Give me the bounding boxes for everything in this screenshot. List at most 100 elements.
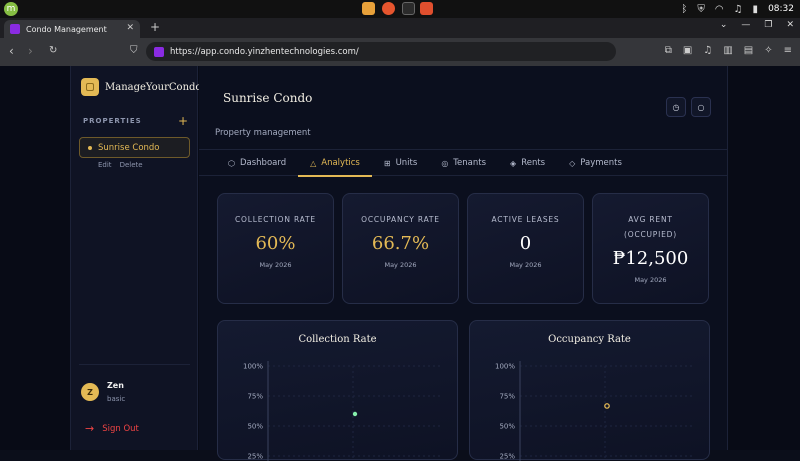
mint-menu-icon[interactable]: m bbox=[4, 2, 18, 16]
y-tick-label: 75% bbox=[247, 393, 263, 401]
battery-icon[interactable]: ▮ bbox=[753, 4, 759, 15]
user-profile: Z Zen basic bbox=[81, 381, 125, 403]
restore-icon[interactable]: ❐ bbox=[764, 20, 772, 30]
data-point[interactable] bbox=[352, 411, 358, 417]
property-actions: Edit Delete bbox=[98, 161, 143, 169]
y-tick-label: 50% bbox=[499, 423, 515, 431]
kpi-date: May 2026 bbox=[384, 261, 417, 269]
brand-logo[interactable]: ManageYourCondo bbox=[81, 78, 201, 96]
chart-plot: 100% 75% 50% 25% bbox=[243, 361, 443, 461]
brave-app-icon[interactable] bbox=[420, 2, 433, 15]
browser-tab[interactable]: Condo Management ✕ bbox=[4, 20, 140, 38]
tab-payments[interactable]: ◇ Payments bbox=[557, 150, 634, 176]
address-bar[interactable]: https://app.condo.yinzhentechnologies.co… bbox=[146, 42, 616, 61]
collection-rate-chart: Collection Rate 100% 75% 50% 25% bbox=[217, 320, 458, 461]
settings-button[interactable]: ○ bbox=[691, 97, 711, 117]
kpi-label: OCCUPANCY RATE bbox=[361, 215, 440, 224]
wallet-icon[interactable]: ▤ bbox=[744, 45, 753, 56]
kpi-card: AVG RENT (OCCUPIED) ₱12,500 May 2026 bbox=[592, 193, 709, 304]
tab-tenants[interactable]: ◎ Tenants bbox=[429, 150, 498, 176]
ai-icon[interactable]: ✧ bbox=[764, 45, 772, 56]
y-tick-label: 25% bbox=[499, 453, 515, 461]
app-root: ManageYourCondo PROPERTIES + Sunrise Con… bbox=[0, 66, 800, 461]
bluetooth-icon[interactable]: ᛒ bbox=[681, 4, 687, 15]
tab-label: Payments bbox=[580, 158, 622, 168]
circle-icon: ○ bbox=[697, 102, 705, 112]
files-app-icon[interactable] bbox=[362, 2, 375, 15]
active-dot-icon bbox=[88, 145, 92, 150]
shield-icon[interactable]: ⛨ bbox=[697, 4, 705, 15]
sign-out-button[interactable]: → Sign Out bbox=[85, 422, 139, 435]
circle-dot-icon: ◎ bbox=[441, 158, 449, 168]
add-property-button[interactable]: + bbox=[178, 114, 188, 128]
kpi-date: May 2026 bbox=[634, 276, 667, 284]
diamond-icon: ◈ bbox=[510, 158, 517, 168]
back-icon[interactable]: ‹ bbox=[9, 44, 14, 58]
sidebar: ManageYourCondo PROPERTIES + Sunrise Con… bbox=[70, 66, 201, 450]
site-favicon-icon bbox=[10, 24, 20, 34]
system-tray: ᛒ ⛨ ◠ ♫ ▮ 08:32 bbox=[681, 0, 794, 18]
kpi-value: ₱12,500 bbox=[612, 248, 689, 269]
site-favicon-icon bbox=[154, 46, 164, 57]
puzzle-icon[interactable]: ⧉ bbox=[665, 45, 672, 56]
tab-analytics[interactable]: △ Analytics bbox=[298, 150, 372, 177]
edit-property-link[interactable]: Edit bbox=[98, 161, 112, 169]
property-label: Sunrise Condo bbox=[98, 142, 160, 153]
kpi-card: COLLECTION RATE 60% May 2026 bbox=[217, 193, 334, 304]
clock-button[interactable]: ◷ bbox=[666, 97, 686, 117]
occupancy-rate-chart: Occupancy Rate 100% 75% 50% 25% bbox=[469, 320, 710, 461]
media-icon[interactable]: ♫ bbox=[703, 45, 712, 56]
brand-name: ManageYourCondo bbox=[105, 81, 202, 93]
firefox-app-icon[interactable] bbox=[382, 2, 395, 15]
grid-icon: ⊞ bbox=[383, 158, 391, 168]
url-text: https://app.condo.yinzhentechnologies.co… bbox=[170, 46, 359, 57]
translate-icon[interactable]: ▣ bbox=[683, 45, 692, 56]
music-icon[interactable]: ♫ bbox=[734, 4, 743, 15]
logo-icon bbox=[81, 78, 99, 96]
tab-units[interactable]: ⊞ Units bbox=[372, 150, 429, 176]
kpi-card: ACTIVE LEASES 0 May 2026 bbox=[467, 193, 584, 304]
kpi-date: May 2026 bbox=[509, 261, 542, 269]
diamond-outline-icon: ◇ bbox=[569, 158, 576, 168]
menu-icon[interactable]: ≡ bbox=[784, 45, 792, 56]
kpi-value: 66.7% bbox=[371, 233, 430, 254]
bookmark-icon[interactable]: ⛉ bbox=[130, 45, 138, 56]
new-tab-button[interactable]: + bbox=[150, 20, 160, 34]
main-content: Sunrise Condo Property management ◷ ○ ⬡ D… bbox=[199, 66, 728, 461]
sidebar-icon[interactable]: ▥ bbox=[723, 45, 732, 56]
sidebar-item-sunrise-condo[interactable]: Sunrise Condo bbox=[79, 137, 190, 158]
tab-title: Condo Management bbox=[26, 24, 107, 34]
triangle-icon: △ bbox=[310, 158, 317, 168]
avatar[interactable]: Z bbox=[81, 383, 99, 401]
chevron-down-icon[interactable]: ⌄ bbox=[720, 20, 728, 30]
tab-label: Analytics bbox=[321, 158, 360, 168]
arrow-right-icon: → bbox=[85, 422, 95, 435]
y-tick-label: 25% bbox=[247, 453, 263, 461]
clock[interactable]: 08:32 bbox=[768, 4, 794, 14]
reload-icon[interactable]: ↻ bbox=[49, 45, 57, 56]
close-window-icon[interactable]: ✕ bbox=[786, 20, 794, 30]
y-tick-label: 75% bbox=[499, 393, 515, 401]
clock-icon: ◷ bbox=[672, 102, 680, 112]
delete-property-link[interactable]: Delete bbox=[120, 161, 143, 169]
tab-dashboard[interactable]: ⬡ Dashboard bbox=[216, 150, 298, 176]
user-plan: basic bbox=[107, 395, 126, 403]
tab-rents[interactable]: ◈ Rents bbox=[498, 150, 557, 176]
kpi-label: ACTIVE LEASES bbox=[491, 215, 560, 224]
properties-header: PROPERTIES bbox=[83, 117, 142, 125]
page-subtitle: Property management bbox=[215, 128, 311, 138]
forward-icon[interactable]: › bbox=[28, 44, 33, 58]
kpi-label: COLLECTION RATE bbox=[235, 215, 316, 224]
sign-out-label: Sign Out bbox=[102, 423, 139, 434]
extension-icons: ⧉ ▣ ♫ ▥ ▤ ✧ ≡ bbox=[665, 45, 792, 56]
tab-label: Units bbox=[395, 158, 418, 168]
terminal-app-icon[interactable] bbox=[402, 2, 415, 15]
os-taskbar: m ᛒ ⛨ ◠ ♫ ▮ 08:32 bbox=[0, 0, 800, 18]
close-tab-icon[interactable]: ✕ bbox=[126, 23, 134, 33]
minimize-icon[interactable]: — bbox=[741, 20, 750, 30]
wifi-icon[interactable]: ◠ bbox=[715, 4, 724, 15]
chart-plot: 100% 75% 50% 25% bbox=[495, 361, 695, 461]
data-point[interactable] bbox=[604, 403, 610, 409]
browser-tab-strip: Condo Management ✕ bbox=[0, 18, 800, 38]
y-tick-label: 100% bbox=[243, 363, 263, 371]
